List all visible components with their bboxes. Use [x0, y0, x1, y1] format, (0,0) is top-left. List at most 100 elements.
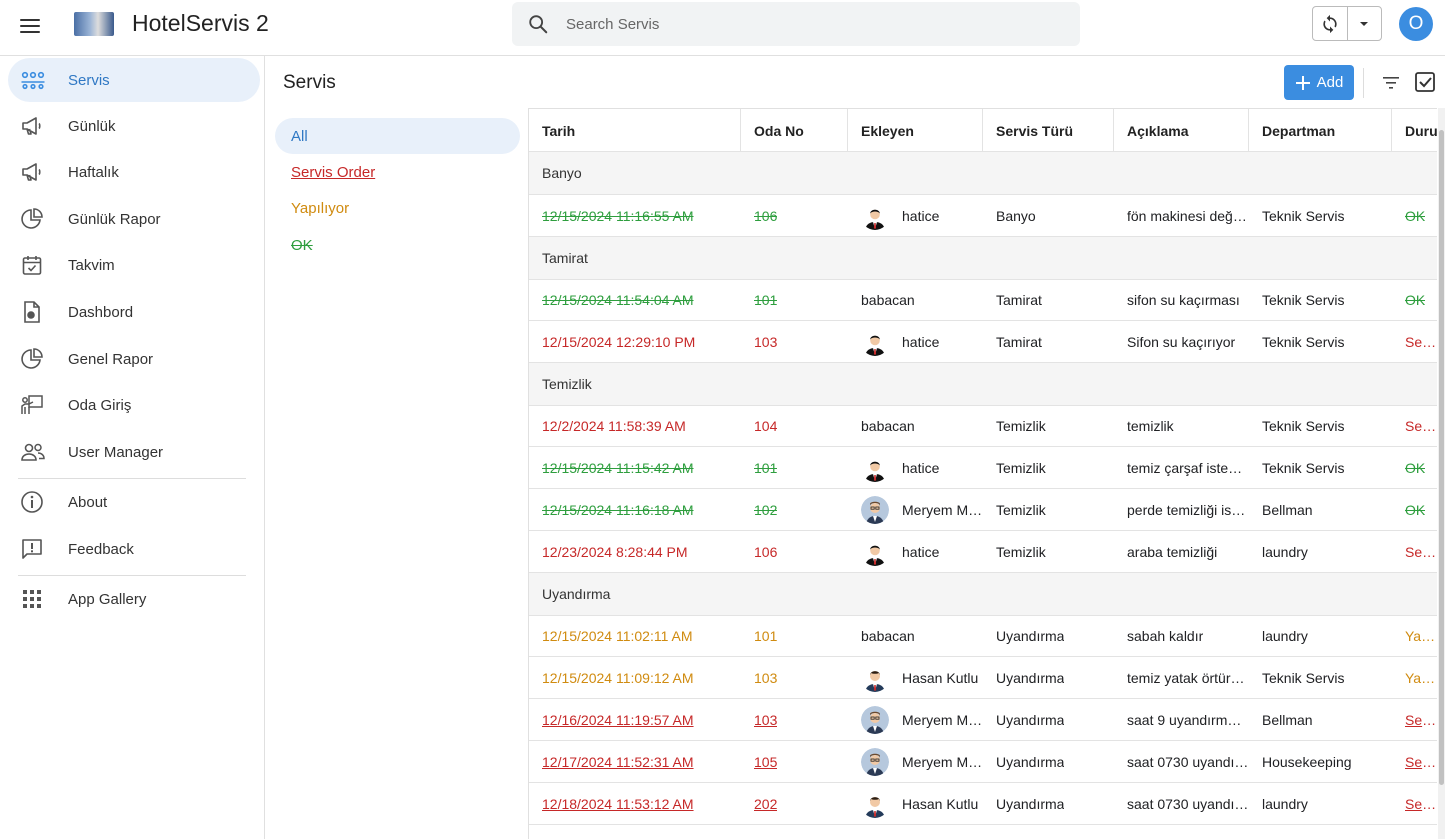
- sidebar-item-label: Oda Giriş: [68, 396, 132, 414]
- table-row[interactable]: 12/15/2024 11:02:11 AM 101 babacan Uyandırm…: [529, 616, 1437, 657]
- cell-text: laundry: [1262, 628, 1308, 644]
- user-avatar[interactable]: O: [1399, 7, 1433, 41]
- column-header-durum[interactable]: Durum: [1392, 109, 1437, 152]
- cell-text: Yapılıyor: [1405, 669, 1437, 686]
- table-row[interactable]: 12/15/2024 11:54:04 AM 101 babacan Tamirat s…: [529, 280, 1437, 321]
- cell-text: hatice: [902, 207, 940, 224]
- cell-tur: Tamirat: [983, 280, 1114, 320]
- select-checkbox-icon[interactable]: [1414, 71, 1436, 93]
- cell-tur: Uyandırma: [983, 783, 1114, 824]
- table-row[interactable]: 12/15/2024 11:16:18 AM 102 Meryem Mutlu Tem…: [529, 489, 1437, 531]
- cell-text: Meryem Mutlu: [902, 501, 983, 518]
- cell-text: OK: [1405, 501, 1426, 518]
- cell-aciklama: saat 0730 uyandırma: [1114, 741, 1249, 782]
- sidebar-item-user-manager[interactable]: User Manager: [8, 430, 260, 474]
- cell-text: 12/15/2024 12:29:10 PM: [542, 333, 696, 350]
- cell-aciklama: sabah kaldır: [1114, 616, 1249, 656]
- table-row[interactable]: 12/15/2024 11:09:12 AM 103 Hasan Kutlu Uyan…: [529, 657, 1437, 699]
- cell-departman: Bellman: [1249, 489, 1392, 530]
- sidebar-item-genel-rapor[interactable]: Genel Rapor: [8, 337, 260, 381]
- table-row[interactable]: 12/15/2024 12:29:10 PM 103 hatice Tamirat Si…: [529, 321, 1437, 363]
- plus-icon: [1295, 75, 1310, 90]
- cell-oda: 106: [741, 531, 848, 572]
- table-row[interactable]: 12/15/2024 11:15:42 AM 101 hatice Temizlik t…: [529, 447, 1437, 489]
- cell-aciklama: temizlik: [1114, 406, 1249, 446]
- table-row[interactable]: 12/15/2024 11:16:55 AM 106 hatice Banyo fön …: [529, 195, 1437, 237]
- sidebar-item-servis[interactable]: Servis: [8, 58, 260, 102]
- cell-text: babacan: [861, 292, 915, 308]
- cell-text: 12/15/2024 11:09:12 AM: [542, 669, 694, 686]
- table-row[interactable]: 12/16/2024 11:19:57 AM 103 Meryem Mutlu Uya…: [529, 699, 1437, 741]
- cell-text: Teknik Servis: [1262, 207, 1345, 224]
- cell-departman: laundry: [1249, 783, 1392, 824]
- cell-text: Temizlik: [996, 418, 1046, 434]
- group-row[interactable]: Uyandırma: [529, 573, 1437, 616]
- sidebar-item-label: Feedback: [68, 540, 134, 558]
- sidebar-item-takvim[interactable]: Takvim: [8, 243, 260, 287]
- filter-icon[interactable]: [1381, 73, 1401, 93]
- sidebar-item-g-nl-k[interactable]: Günlük: [8, 104, 260, 148]
- cell-tur: Temizlik: [983, 447, 1114, 488]
- sidebar-item-oda-giri-[interactable]: Oda Giriş: [8, 383, 260, 427]
- sidebar-item-haftal-k[interactable]: Haftalık: [8, 150, 260, 194]
- info-icon: [20, 490, 44, 514]
- cell-text: Servis Order: [1405, 711, 1437, 728]
- filter-ok[interactable]: OK: [275, 227, 520, 263]
- filter-yap-l-yor[interactable]: Yapılıyor: [275, 190, 520, 226]
- search-input[interactable]: [566, 2, 1066, 46]
- group-row[interactable]: Temizlik: [529, 363, 1437, 406]
- cell-text: Temizlik: [996, 459, 1046, 476]
- cell-text: Teknik Servis: [1262, 418, 1345, 434]
- table-row[interactable]: 12/2/2024 11:58:39 AM 104 babacan Temizlik t…: [529, 406, 1437, 447]
- filter-servis-order[interactable]: Servis Order: [275, 154, 520, 190]
- sidebar-divider: [18, 478, 246, 479]
- add-button[interactable]: Add: [1284, 65, 1354, 100]
- scrollbar-thumb[interactable]: [1439, 130, 1444, 785]
- sidebar-item-label: Takvim: [68, 256, 115, 274]
- table-row[interactable]: 12/17/2024 11:52:31 AM 105 Meryem Mutlu Uya…: [529, 741, 1437, 783]
- search-bar[interactable]: [512, 2, 1080, 46]
- hamburger-menu-icon[interactable]: [20, 14, 44, 38]
- cell-text: hatice: [902, 543, 940, 560]
- column-header-departman[interactable]: Departman: [1249, 109, 1392, 152]
- cell-ekleyen: Hasan Kutlu: [848, 783, 983, 824]
- cell-text: Servis Order: [1405, 795, 1437, 812]
- column-header-tarih[interactable]: Tarih: [529, 109, 741, 152]
- user-avatar-icon: [861, 789, 889, 818]
- column-header-tur[interactable]: Servis Türü: [983, 109, 1114, 152]
- cell-text: Hasan Kutlu: [902, 795, 979, 812]
- cell-oda: 202: [741, 783, 848, 824]
- cell-durum: Yapılıyor: [1392, 657, 1437, 698]
- cell-departman: Teknik Servis: [1249, 195, 1392, 236]
- cell-durum: OK: [1392, 447, 1437, 488]
- cell-departman: Teknik Servis: [1249, 406, 1392, 446]
- user-avatar-icon: [861, 327, 889, 356]
- pie-chart-icon: [20, 207, 44, 231]
- megaphone-icon: [20, 114, 44, 138]
- filter-all[interactable]: All: [275, 118, 520, 154]
- table-row[interactable]: 12/23/2024 8:28:44 PM 106 hatice Temizlik ar…: [529, 531, 1437, 573]
- cell-text: Teknik Servis: [1262, 669, 1345, 686]
- sidebar-item-app-gallery[interactable]: App Gallery: [8, 577, 260, 621]
- group-row[interactable]: Tamirat: [529, 237, 1437, 280]
- column-header-ekleyen[interactable]: Ekleyen: [848, 109, 983, 152]
- sidebar-item-g-nl-k-rapor[interactable]: Günlük Rapor: [8, 197, 260, 241]
- table-row[interactable]: 12/18/2024 11:53:12 AM 202 Hasan Kutlu Uyan…: [529, 783, 1437, 825]
- user-avatar-icon: [861, 495, 889, 524]
- cell-tur: Temizlik: [983, 406, 1114, 446]
- cell-text: OK: [1405, 459, 1426, 476]
- cell-durum: OK: [1392, 195, 1437, 236]
- table-scrollbar[interactable]: [1438, 108, 1445, 839]
- group-row[interactable]: Banyo: [529, 152, 1437, 195]
- sidebar-item-about[interactable]: About: [8, 480, 260, 524]
- cell-text: Bellman: [1262, 711, 1313, 728]
- cell-text: Servis Order: [1405, 753, 1437, 770]
- column-header-oda[interactable]: Oda No: [741, 109, 848, 152]
- sidebar-item-feedback[interactable]: Feedback: [8, 527, 260, 571]
- sidebar-item-dashbord[interactable]: Dashbord: [8, 290, 260, 334]
- sync-dropdown-button[interactable]: [1348, 7, 1382, 40]
- column-header-aciklama[interactable]: Açıklama: [1114, 109, 1249, 152]
- sync-button[interactable]: [1313, 7, 1348, 40]
- cell-oda: 101: [741, 616, 848, 656]
- cell-tur: Uyandırma: [983, 616, 1114, 656]
